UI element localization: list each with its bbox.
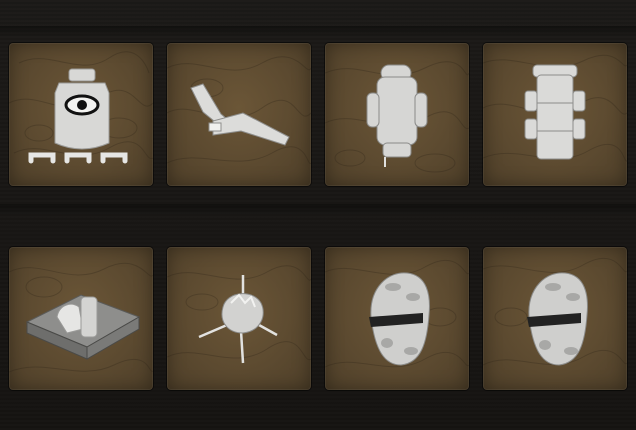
inventory-slot[interactable] xyxy=(483,247,627,390)
inventory-slot[interactable] xyxy=(9,247,153,390)
inventory-slot[interactable] xyxy=(325,247,469,390)
supply-crate-icon xyxy=(9,247,153,390)
inventory-grid xyxy=(9,43,636,390)
campfire-spit-icon xyxy=(167,247,311,390)
divider-top xyxy=(0,26,636,36)
inventory-slot[interactable] xyxy=(9,43,153,186)
glider-wing-icon xyxy=(167,43,311,186)
inventory-slot[interactable] xyxy=(325,43,469,186)
camo-balaclava-icon xyxy=(325,247,469,390)
inventory-slot[interactable] xyxy=(167,247,311,390)
inventory-slot[interactable] xyxy=(167,43,311,186)
backpack-rolled-icon xyxy=(325,43,469,186)
inventory-slot[interactable] xyxy=(483,43,627,186)
camo-balaclava-icon xyxy=(483,247,627,390)
backpack-frame-icon xyxy=(483,43,627,186)
inventory-screen xyxy=(0,0,636,430)
armor-vest-eye-icon xyxy=(9,43,153,186)
